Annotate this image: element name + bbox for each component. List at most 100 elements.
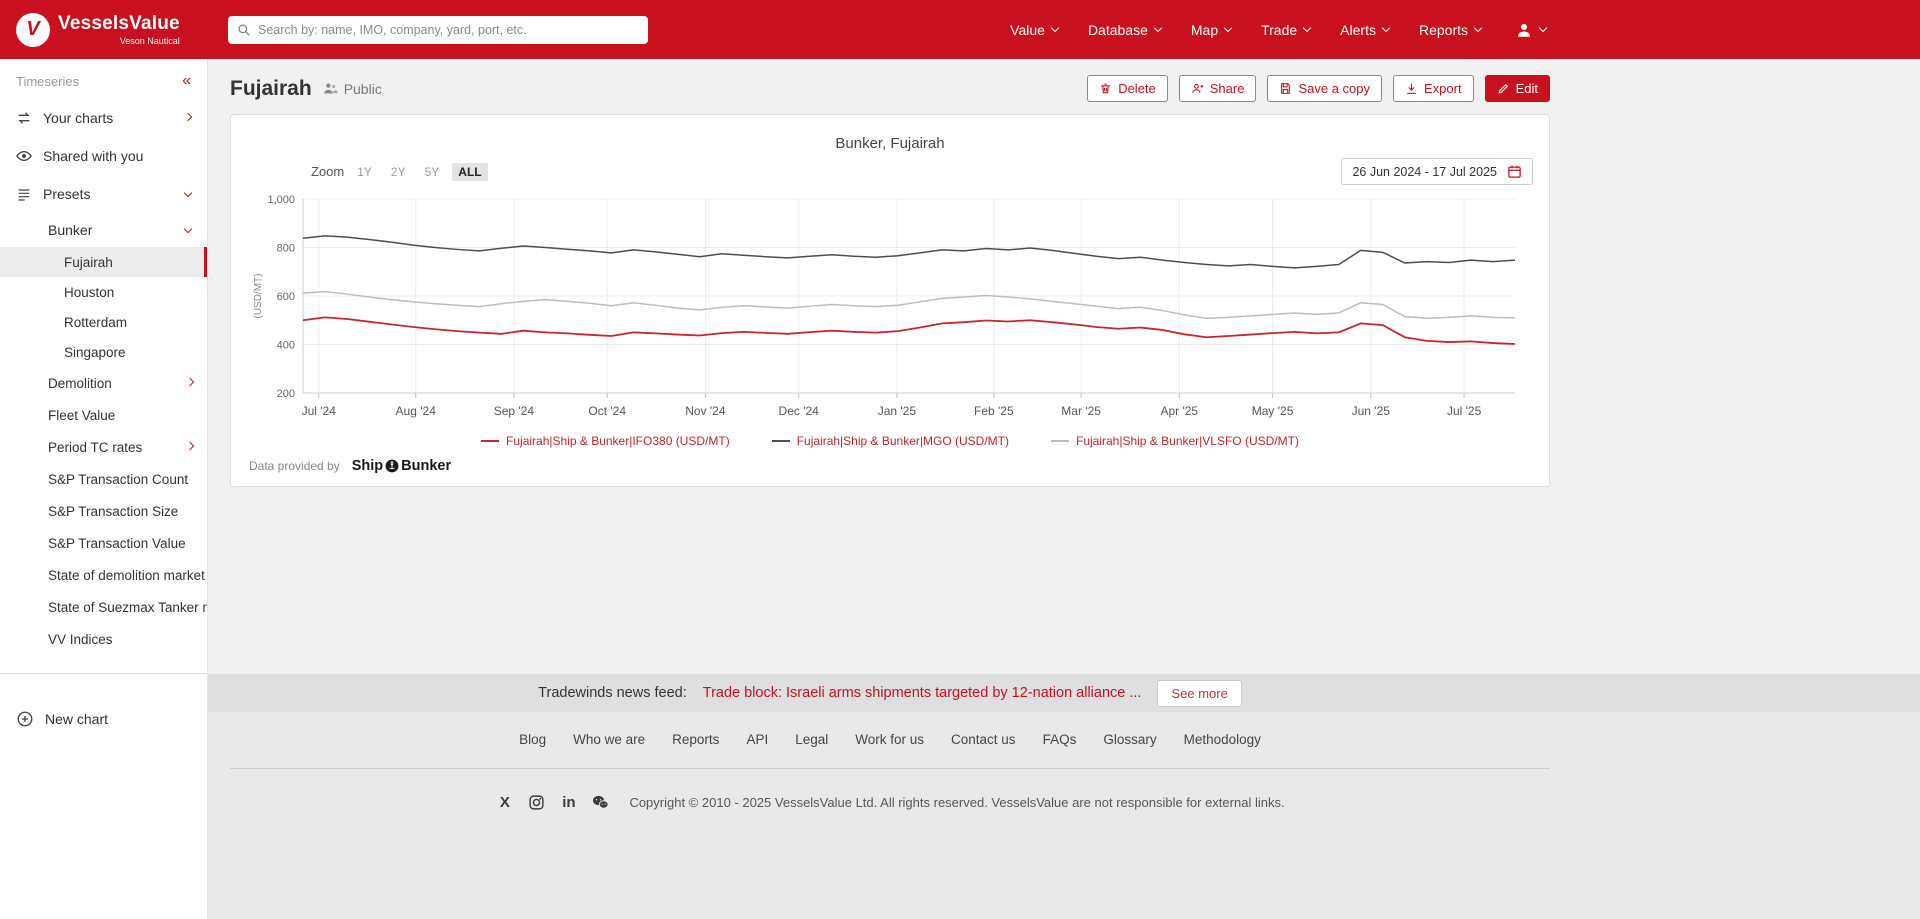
see-more-button[interactable]: See more	[1157, 680, 1241, 707]
sidebar-item-presets[interactable]: Presets	[0, 175, 207, 213]
nav-database[interactable]: Database	[1088, 22, 1161, 38]
account-menu[interactable]	[1515, 21, 1546, 39]
footer-link-blog[interactable]: Blog	[519, 732, 546, 747]
sidebar-item-sp-transaction-count[interactable]: S&P Transaction Count	[0, 463, 207, 495]
svg-text:Jul '24: Jul '24	[302, 404, 337, 418]
vesselsvalue-logo-icon: V	[16, 13, 50, 47]
zoom-5y-button[interactable]: 5Y	[419, 163, 446, 181]
footer-link-reports[interactable]: Reports	[672, 732, 719, 747]
chevron-down-icon	[184, 224, 192, 232]
instagram-icon[interactable]	[527, 793, 546, 812]
nav-alerts[interactable]: Alerts	[1340, 22, 1389, 38]
sidebar-group-bunker[interactable]: Bunker	[0, 213, 207, 247]
svg-text:1,000: 1,000	[267, 194, 295, 206]
list-icon	[16, 186, 32, 202]
timeseries-chart[interactable]: 2004006008001,000Jul '24Aug '24Sep '24Oc…	[247, 189, 1533, 427]
brand-tagline: Veson Nautical	[120, 36, 180, 46]
anchor-icon	[385, 459, 399, 473]
sidebar: Timeseries « Your charts Shared with you…	[0, 59, 208, 919]
edit-button[interactable]: Edit	[1485, 75, 1550, 102]
footer-link-faqs[interactable]: FAQs	[1043, 732, 1077, 747]
calendar-icon	[1507, 164, 1522, 179]
nav-trade[interactable]: Trade	[1261, 22, 1310, 38]
zoom-all-button[interactable]: ALL	[452, 163, 487, 181]
sidebar-item-your-charts[interactable]: Your charts	[0, 99, 207, 137]
sidebar-item-shared-with-you[interactable]: Shared with you	[0, 137, 207, 175]
share-user-icon	[1191, 82, 1204, 95]
footer-link-legal[interactable]: Legal	[795, 732, 828, 747]
search-icon	[237, 23, 251, 37]
chevron-down-icon	[1539, 24, 1547, 32]
footer-link-contact-us[interactable]: Contact us	[951, 732, 1016, 747]
export-button[interactable]: Export	[1393, 75, 1474, 102]
news-band: Tradewinds news feed: Trade block: Israe…	[208, 674, 1920, 712]
new-chart-button[interactable]: New chart	[0, 710, 207, 728]
share-button[interactable]: Share	[1179, 75, 1257, 102]
top-bar: V VesselsValue Veson Nautical Value Data…	[0, 0, 1920, 59]
chevron-right-icon	[186, 377, 194, 385]
save-copy-button[interactable]: Save a copy	[1267, 75, 1382, 102]
svg-text:Nov '24: Nov '24	[685, 404, 726, 418]
svg-text:200: 200	[277, 388, 295, 400]
svg-text:Mar '25: Mar '25	[1061, 404, 1101, 418]
svg-text:Jun '25: Jun '25	[1352, 404, 1391, 418]
chart-legend: Fujairah|Ship & Bunker|IFO380 (USD/MT) F…	[247, 434, 1533, 448]
search-input[interactable]	[258, 23, 639, 37]
download-icon	[1405, 82, 1418, 95]
wechat-icon[interactable]	[591, 793, 610, 812]
date-range-picker[interactable]: 26 Jun 2024 - 17 Jul 2025	[1341, 158, 1533, 185]
people-icon	[322, 80, 339, 97]
news-headline-link[interactable]: Trade block: Israeli arms shipments targ…	[703, 685, 1142, 701]
chevron-down-icon	[1474, 24, 1482, 32]
sidebar-item-state-of-suezmax-tanker[interactable]: State of Suezmax Tanker m...	[0, 591, 207, 623]
svg-text:Aug '24: Aug '24	[396, 404, 437, 418]
nav-value[interactable]: Value	[1010, 22, 1058, 38]
svg-text:800: 800	[277, 243, 295, 255]
global-search[interactable]	[228, 16, 648, 44]
brand[interactable]: V VesselsValue Veson Nautical	[16, 13, 206, 47]
main-area: Fujairah Public Delete Share	[208, 59, 1920, 919]
sidebar-collapse-button[interactable]: «	[182, 73, 191, 89]
zoom-2y-button[interactable]: 2Y	[385, 163, 412, 181]
svg-text:600: 600	[277, 291, 295, 303]
chevron-down-icon	[1382, 24, 1390, 32]
swap-arrows-icon	[16, 110, 32, 126]
ship-and-bunker-logo: Ship Bunker	[352, 458, 451, 474]
footer-link-api[interactable]: API	[746, 732, 768, 747]
footer-divider	[230, 768, 1550, 769]
news-feed-label: Tradewinds news feed:	[538, 685, 687, 701]
legend-item-vlsfo[interactable]: Fujairah|Ship & Bunker|VLSFO (USD/MT)	[1051, 434, 1299, 448]
footer-link-glossary[interactable]: Glossary	[1103, 732, 1156, 747]
svg-text:Apr '25: Apr '25	[1160, 404, 1198, 418]
sidebar-item-sp-transaction-size[interactable]: S&P Transaction Size	[0, 495, 207, 527]
chart-card: Bunker, Fujairah Zoom 1Y 2Y 5Y ALL 26 Ju…	[230, 114, 1550, 487]
nav-reports[interactable]: Reports	[1419, 22, 1481, 38]
svg-text:(USD/MT): (USD/MT)	[253, 274, 264, 319]
page-title: Fujairah	[230, 77, 312, 101]
sidebar-item-singapore[interactable]: Singapore	[0, 337, 207, 367]
sidebar-item-rotterdam[interactable]: Rotterdam	[0, 307, 207, 337]
x-twitter-icon[interactable]: X	[495, 793, 514, 812]
sidebar-item-houston[interactable]: Houston	[0, 277, 207, 307]
sidebar-item-state-of-demolition-market[interactable]: State of demolition market ...	[0, 559, 207, 591]
sidebar-item-vv-indices[interactable]: VV Indices	[0, 623, 207, 655]
top-nav: Value Database Map Trade Alerts Reports	[1010, 21, 1546, 39]
nav-map[interactable]: Map	[1191, 22, 1231, 38]
footer-link-who-we-are[interactable]: Who we are	[573, 732, 645, 747]
legend-item-ifo380[interactable]: Fujairah|Ship & Bunker|IFO380 (USD/MT)	[481, 434, 730, 448]
footer-link-methodology[interactable]: Methodology	[1184, 732, 1261, 747]
chevron-down-icon	[1224, 24, 1232, 32]
brand-name: VesselsValue	[58, 13, 180, 35]
sidebar-item-fujairah[interactable]: Fujairah	[0, 247, 207, 277]
zoom-1y-button[interactable]: 1Y	[351, 163, 378, 181]
sidebar-item-sp-transaction-value[interactable]: S&P Transaction Value	[0, 527, 207, 559]
sidebar-item-fleet-value[interactable]: Fleet Value	[0, 399, 207, 431]
chart-title: Bunker, Fujairah	[247, 135, 1533, 152]
footer-link-work-for-us[interactable]: Work for us	[855, 732, 924, 747]
linkedin-icon[interactable]: in	[559, 793, 578, 812]
delete-button[interactable]: Delete	[1087, 75, 1168, 102]
sidebar-item-period-tc-rates[interactable]: Period TC rates	[0, 431, 207, 463]
sidebar-item-demolition[interactable]: Demolition	[0, 367, 207, 399]
footer: Blog Who we are Reports API Legal Work f…	[208, 712, 1920, 919]
legend-item-mgo[interactable]: Fujairah|Ship & Bunker|MGO (USD/MT)	[772, 434, 1009, 448]
